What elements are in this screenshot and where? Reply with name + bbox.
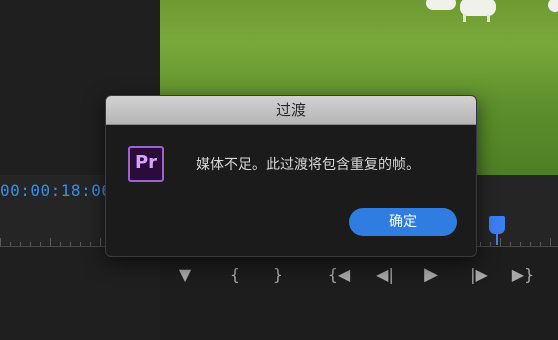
- step-back-icon[interactable]: ◀|: [372, 265, 398, 285]
- play-icon[interactable]: ▶: [418, 265, 444, 285]
- ruler-tick: [90, 242, 91, 246]
- sheep-figure: [426, 0, 456, 10]
- ruler-tick: [60, 242, 61, 246]
- transition-dialog: 过渡 Pr 媒体不足。此过渡将包含重复的帧。 确定: [105, 95, 477, 257]
- ok-button[interactable]: 确定: [349, 208, 457, 236]
- marker-icon[interactable]: ▼: [172, 265, 198, 285]
- go-to-in-icon[interactable]: {◀: [326, 265, 352, 285]
- ruler-tick: [490, 242, 491, 246]
- ruler-tick: [540, 242, 541, 246]
- step-forward-icon[interactable]: |▶: [466, 265, 492, 285]
- ruler-tick: [70, 242, 71, 246]
- timecode-display[interactable]: 00:00:18:06: [0, 181, 111, 200]
- go-to-out-icon[interactable]: ▶}: [510, 265, 536, 285]
- ruler-tick: [500, 238, 501, 246]
- playhead-handle[interactable]: [489, 216, 505, 234]
- ruler-tick: [480, 242, 481, 246]
- sheep-leg: [463, 14, 466, 22]
- dialog-message: 媒体不足。此过渡将包含重复的帧。: [196, 157, 420, 173]
- ruler-tick: [20, 242, 21, 246]
- ruler-tick: [50, 238, 51, 246]
- ruler-tick: [30, 242, 31, 246]
- premiere-pro-icon: Pr: [128, 146, 164, 182]
- ruler-tick: [80, 242, 81, 246]
- mark-in-icon[interactable]: {: [222, 265, 248, 285]
- transport-controls: ▼ { } {◀ ◀| ▶ |▶ ▶}: [0, 255, 558, 300]
- ruler-tick: [10, 242, 11, 246]
- mark-out-icon[interactable]: }: [265, 265, 291, 285]
- sheep-figure: [548, 0, 558, 12]
- ruler-tick: [40, 242, 41, 246]
- ruler-tick: [520, 242, 521, 246]
- playhead-line: [496, 233, 498, 245]
- ruler-tick: [0, 238, 1, 246]
- dialog-title: 过渡: [106, 96, 476, 125]
- sheep-leg: [487, 14, 490, 22]
- ruler-tick: [550, 238, 551, 246]
- ruler-tick: [100, 238, 101, 246]
- ruler-tick: [510, 242, 511, 246]
- ruler-tick: [530, 242, 531, 246]
